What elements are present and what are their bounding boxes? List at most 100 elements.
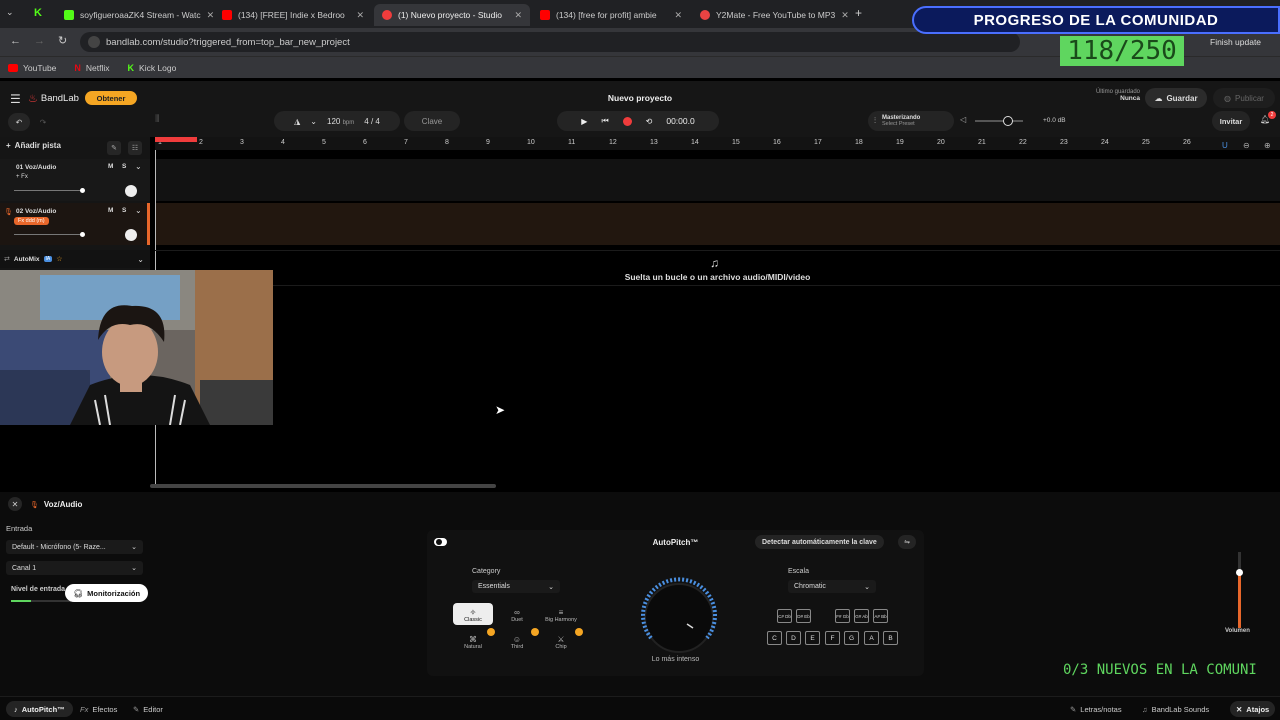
key-button[interactable]: Clave	[404, 111, 460, 131]
chevron-down-icon[interactable]: ⌄	[135, 206, 142, 215]
tab-search-icon[interactable]: ⌄	[6, 7, 20, 21]
publish-button[interactable]: ◍ Publicar	[1213, 88, 1275, 108]
key-e[interactable]: E	[805, 631, 820, 645]
key-g[interactable]: G	[844, 631, 859, 645]
preset-duet[interactable]: ∞ Duet	[497, 603, 537, 625]
menu-icon[interactable]: ☰	[10, 92, 21, 106]
bookmark-netflix[interactable]: N Netflix	[74, 63, 109, 73]
save-button[interactable]: ☁ Guardar	[1145, 88, 1207, 108]
play-icon[interactable]: ▶	[581, 117, 587, 126]
volume-fader-knob[interactable]	[1236, 569, 1243, 576]
scale-select[interactable]: Chromatic ⌄	[788, 580, 876, 593]
record-icon[interactable]	[622, 116, 632, 126]
playhead-marker[interactable]	[155, 137, 197, 142]
close-icon[interactable]: ✕	[356, 10, 364, 21]
zoom-out-icon[interactable]: ⊖	[1243, 141, 1250, 150]
close-icon[interactable]: ✕	[207, 10, 214, 21]
track-02-header[interactable]: 🎙︎ 02 Voz/Audio Fx ddd (m) M S ⌄	[0, 203, 150, 245]
pan-knob[interactable]	[125, 229, 137, 241]
tab-shortcuts[interactable]: ✕ Atajos	[1230, 701, 1276, 717]
time-signature[interactable]: 4 / 4	[364, 117, 380, 126]
chevron-down-icon[interactable]: ⌄	[135, 162, 142, 171]
bpm-field[interactable]: 120 bpm	[327, 117, 354, 126]
input-device-select[interactable]: Default - Micrófono (5- Raze... ⌄	[6, 540, 143, 554]
skip-back-icon[interactable]: ⏮	[601, 116, 608, 126]
track-name[interactable]: 02 Voz/Audio	[16, 208, 56, 215]
tab-y2mate[interactable]: Y2Mate - Free YouTube to MP3 ✕	[692, 4, 850, 26]
chevron-down-icon[interactable]: ⌄	[137, 255, 144, 264]
site-info-icon[interactable]	[88, 36, 100, 48]
mute-button[interactable]: M	[108, 163, 113, 170]
close-panel-button[interactable]: ✕	[8, 497, 22, 511]
tab-bandlab-sounds[interactable]: ♫ BandLab Sounds	[1142, 701, 1209, 717]
snap-magnet-icon[interactable]: U	[1222, 141, 1228, 150]
slider-knob[interactable]	[80, 188, 85, 193]
auto-detect-key-button[interactable]: Detectar automáticamente la clave	[755, 535, 884, 549]
close-icon[interactable]: ✕	[514, 10, 522, 21]
key-dsharp[interactable]: D# Eb	[796, 609, 811, 623]
track-settings-icon[interactable]: ☷	[128, 141, 142, 155]
key-gsharp[interactable]: G# Ab	[854, 609, 869, 623]
solo-button[interactable]: S	[122, 207, 126, 214]
key-b[interactable]: B	[883, 631, 898, 645]
key-asharp[interactable]: A# Bb	[873, 609, 888, 623]
redo-icon[interactable]: ↷	[33, 113, 53, 131]
channel-select[interactable]: Canal 1 ⌄	[6, 561, 143, 575]
preset-classic[interactable]: ✧ Classic	[453, 603, 493, 625]
automix-row[interactable]: ⇄ AutoMix IA ☆ ⌄	[0, 250, 150, 268]
key-c[interactable]: C	[767, 631, 782, 645]
track-name[interactable]: 01 Voz/Audio	[16, 164, 56, 171]
volume-knob[interactable]	[1003, 116, 1013, 126]
project-title[interactable]: Nuevo proyecto	[590, 93, 690, 103]
tab-kick-stream[interactable]: soyfigueroaaZK4 Stream - Watc ✕	[56, 4, 214, 26]
track-02-lane[interactable]	[155, 203, 1280, 245]
intensity-knob[interactable]	[631, 570, 727, 666]
key-csharp[interactable]: C# Db	[777, 609, 792, 623]
mute-button[interactable]: M	[108, 207, 113, 214]
close-icon[interactable]: ✕	[674, 10, 682, 21]
fx-chain-badge[interactable]: Fx ddd (m)	[14, 217, 49, 225]
horizontal-scrollbar[interactable]	[150, 484, 496, 488]
tab-autopitch[interactable]: ♪ AutoPitch™	[6, 701, 73, 717]
reload-icon[interactable]: ↻	[58, 34, 67, 47]
timeline-ruler[interactable]: 1 2 3 4 5 6 7 8 9 10 11 12 13 14 15 16 17 18 19 20 21 22 23 24 2…	[155, 137, 1280, 150]
new-tab-icon[interactable]: +	[855, 6, 862, 20]
bookmark-kick[interactable]: K Kick Logo	[128, 63, 177, 73]
track-volume-slider[interactable]	[14, 232, 85, 237]
track-volume-slider[interactable]	[14, 188, 85, 193]
kick-pinned-tab-icon[interactable]: K	[34, 7, 46, 19]
key-f[interactable]: F	[825, 631, 840, 645]
drop-zone[interactable]: ♫ Suelta un bucle o un archivo audio/MID…	[155, 250, 1280, 286]
add-fx-button[interactable]: + Fx	[16, 174, 28, 180]
close-icon[interactable]: ✕	[841, 10, 849, 21]
key-fsharp[interactable]: F# Gb	[835, 609, 850, 623]
url-field[interactable]: bandlab.com/studio?triggered_from=top_ba…	[80, 32, 1020, 52]
pan-knob[interactable]	[125, 185, 137, 197]
monitoring-button[interactable]: 🎧︎ Monitorización	[65, 584, 149, 602]
undo-icon[interactable]: ↶	[8, 113, 30, 131]
tab-bandlab-studio[interactable]: (1) Nuevo proyecto - Studio ✕	[374, 4, 530, 26]
speaker-icon[interactable]: ◁	[960, 115, 966, 124]
preset-big-harmony[interactable]: ≡ Big Harmony	[541, 603, 581, 625]
add-track-button[interactable]: + Añadir pista	[6, 141, 61, 150]
tab-effects[interactable]: Fx Efectos	[80, 701, 117, 717]
finish-update-button[interactable]: Finish update	[1200, 33, 1271, 51]
track-01-lane[interactable]	[155, 159, 1280, 201]
tab-editor[interactable]: ✎ Editor	[133, 701, 163, 717]
invite-button[interactable]: Invitar	[1212, 111, 1250, 131]
tab-youtube-indie[interactable]: (134) [FREE] Indie x Bedroo ✕	[214, 4, 372, 26]
mixer-icon[interactable]: ⦀	[155, 114, 159, 125]
bandlab-logo[interactable]: ♨ BandLab	[28, 92, 79, 105]
autopitch-toggle[interactable]	[434, 538, 447, 546]
mastering-button[interactable]: ⫶ Masterizando Select Preset	[868, 111, 954, 131]
chevron-down-icon[interactable]: ⌄	[310, 117, 317, 126]
metronome-icon[interactable]: ◮	[294, 117, 300, 126]
autopitch-settings-icon[interactable]: ⇋	[898, 535, 916, 549]
wrench-icon[interactable]: ✎	[107, 141, 121, 155]
master-volume-slider[interactable]	[975, 116, 1023, 126]
key-a[interactable]: A	[864, 631, 879, 645]
back-icon[interactable]: ←	[10, 35, 21, 47]
tab-lyrics-notes[interactable]: ✎ Letras/notas	[1070, 701, 1122, 717]
loop-icon[interactable]: ⟲	[646, 117, 653, 126]
volume-fader[interactable]	[1236, 552, 1243, 628]
